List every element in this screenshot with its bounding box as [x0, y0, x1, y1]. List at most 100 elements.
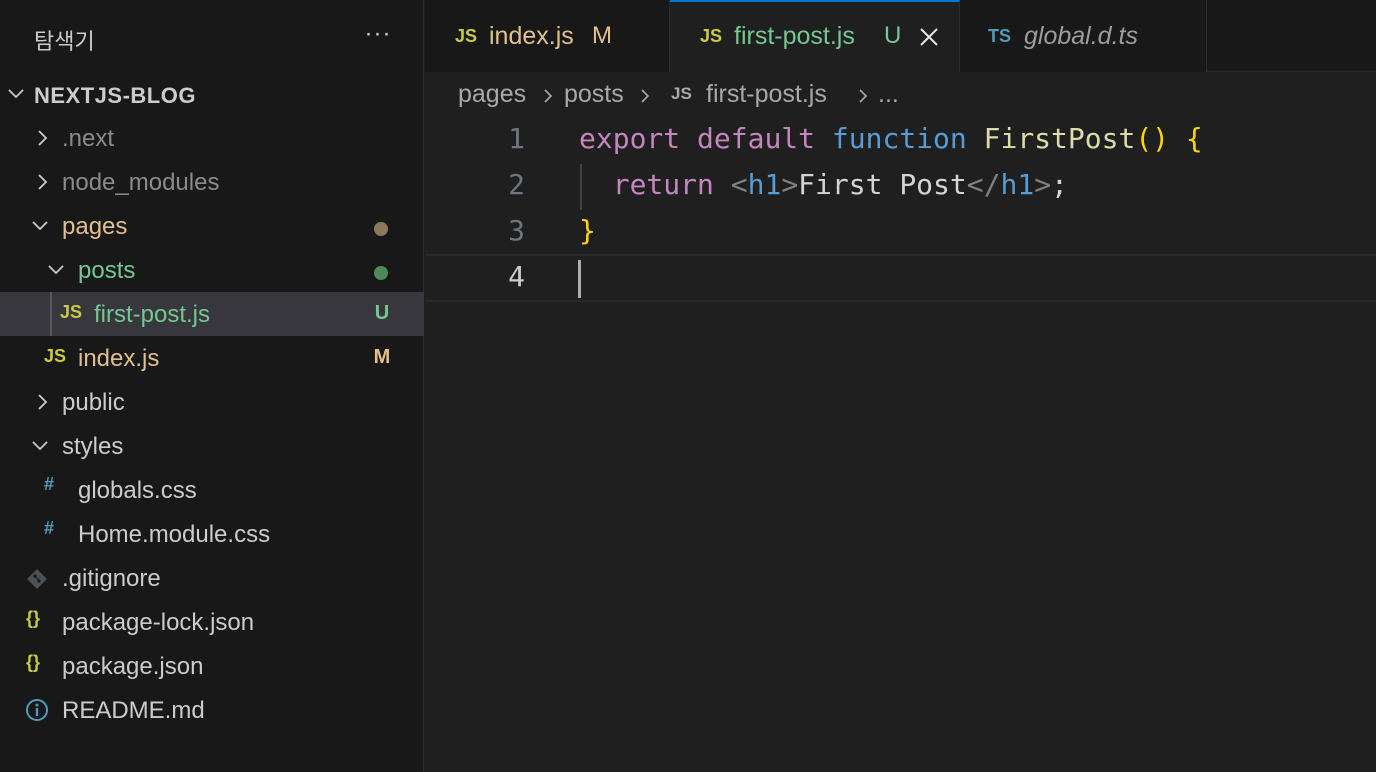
brace: { — [1185, 122, 1203, 155]
more-actions-icon[interactable]: ··· — [362, 20, 394, 52]
tree-item-label: Home.module.css — [78, 521, 271, 548]
tree-item-styles[interactable]: styles — [0, 424, 424, 468]
breadcrumb-item[interactable]: pages — [458, 80, 526, 109]
parens: () — [1135, 122, 1170, 155]
explorer-sidebar: 탐색기 ··· NEXTJS-BLOG .next node_modules p… — [0, 0, 424, 772]
tree-item-readme[interactable]: README.md — [0, 688, 424, 732]
tree-item-package-lock[interactable]: {} package-lock.json — [0, 600, 424, 644]
editor-tabs: JS index.js M JS first-post.js U TS glob… — [425, 0, 1376, 72]
breadcrumb-item[interactable]: first-post.js — [706, 80, 827, 109]
code-text: return <h1>First Post</h1>; — [579, 168, 1068, 201]
tab-first-post-js[interactable]: JS first-post.js U — [670, 0, 960, 72]
js-icon: JS — [44, 346, 67, 366]
line-number: 4 — [508, 260, 525, 293]
tree-item-posts[interactable]: posts — [0, 248, 424, 292]
tab-index-js[interactable]: JS index.js M — [425, 0, 670, 72]
tree-item-globals-css[interactable]: # globals.css — [0, 468, 424, 512]
punctuation: > — [781, 168, 799, 201]
indent-guide — [50, 292, 52, 336]
tree-item-label: README.md — [62, 697, 205, 724]
tag: h1 — [747, 168, 782, 201]
breadcrumb: pages posts JS first-post.js ... — [425, 72, 1376, 118]
tree-item-label: pages — [62, 213, 128, 240]
jsx-text: First Post — [798, 168, 967, 201]
tree-item-label: globals.css — [78, 477, 197, 504]
git-status-badge: M — [373, 346, 391, 368]
tree-item-label: .next — [62, 125, 115, 152]
line-number: 1 — [508, 122, 525, 155]
tree-item-label: public — [62, 389, 125, 416]
tree-item-home-module-css[interactable]: # Home.module.css — [0, 512, 424, 556]
chevron-down-icon — [32, 221, 48, 231]
line-number: 3 — [508, 214, 525, 247]
tree-item-gitignore[interactable]: .gitignore — [0, 556, 424, 600]
punctuation: < — [730, 168, 748, 201]
js-icon: JS — [671, 84, 692, 103]
tree-item-public[interactable]: public — [0, 380, 424, 424]
json-icon: {} — [26, 608, 41, 628]
tab-label: global.d.ts — [1024, 22, 1138, 50]
untracked-dot — [374, 266, 388, 280]
code-editor[interactable]: 1 export default function FirstPost() { … — [425, 118, 1376, 772]
tree-item-first-post[interactable]: JS first-post.js U — [0, 292, 424, 336]
tree-item-label: node_modules — [62, 169, 220, 196]
tree-item-node-modules[interactable]: node_modules — [0, 160, 424, 204]
brace: } — [579, 214, 596, 247]
tree-item-package[interactable]: {} package.json — [0, 644, 424, 688]
text-cursor — [578, 260, 581, 298]
punctuation: > — [1034, 168, 1052, 201]
modified-dot — [374, 222, 388, 236]
chevron-down-icon — [32, 441, 48, 451]
tree-item-next[interactable]: .next — [0, 116, 424, 160]
breadcrumb-item[interactable]: posts — [564, 80, 624, 109]
breadcrumb-item[interactable]: ... — [878, 80, 899, 109]
tree-item-label: first-post.js — [94, 301, 211, 328]
tree-item-label: package-lock.json — [62, 609, 255, 636]
js-icon: JS — [60, 302, 83, 322]
tab-label: index.js — [489, 22, 574, 50]
keyword: function — [831, 122, 967, 155]
function-name: FirstPost — [983, 122, 1136, 155]
line-number: 2 — [508, 168, 525, 201]
code-line: 3 } — [425, 210, 1376, 256]
tag: h1 — [1000, 168, 1035, 201]
chevron-right-icon — [859, 89, 868, 103]
code-line: 1 export default function FirstPost() { — [425, 118, 1376, 164]
tree-item-label: styles — [62, 433, 124, 460]
code-text: export default function FirstPost() { — [579, 122, 1203, 155]
code-line-current: 4 — [425, 254, 1376, 302]
git-status-badge: U — [884, 22, 902, 49]
css-icon: # — [44, 474, 55, 494]
keyword: export — [579, 122, 681, 155]
info-icon — [26, 699, 48, 721]
tab-global-d-ts[interactable]: TS global.d.ts — [960, 0, 1207, 72]
json-icon: {} — [26, 652, 41, 672]
project-folder-header[interactable]: NEXTJS-BLOG — [0, 72, 424, 116]
close-icon[interactable] — [916, 24, 942, 50]
css-icon: # — [44, 518, 55, 538]
tree-item-pages[interactable]: pages — [0, 204, 424, 248]
git-status-badge: M — [592, 22, 612, 49]
chevron-right-icon — [38, 130, 48, 146]
code-text: } — [579, 214, 596, 247]
chevron-right-icon — [38, 394, 48, 410]
tree-item-label: posts — [78, 257, 136, 284]
chevron-down-icon — [48, 265, 64, 275]
chevron-right-icon — [38, 174, 48, 190]
project-name: NEXTJS-BLOG — [34, 83, 196, 108]
js-icon: JS — [700, 26, 723, 46]
tree-item-label: index.js — [78, 345, 160, 372]
chevron-right-icon — [544, 89, 553, 103]
ts-icon: TS — [988, 26, 1012, 46]
tree-item-label: package.json — [62, 653, 204, 680]
tree-item-index[interactable]: JS index.js M — [0, 336, 424, 380]
chevron-right-icon — [641, 89, 650, 103]
explorer-header: 탐색기 ··· — [0, 0, 424, 72]
code-line: 2 return <h1>First Post</h1>; — [425, 164, 1376, 210]
tab-label: first-post.js — [734, 22, 855, 50]
chevron-down-icon — [8, 89, 24, 99]
punctuation: </ — [966, 168, 1001, 201]
tree-item-label: .gitignore — [62, 565, 161, 592]
keyword: return — [612, 168, 714, 201]
punctuation: ; — [1051, 168, 1068, 201]
